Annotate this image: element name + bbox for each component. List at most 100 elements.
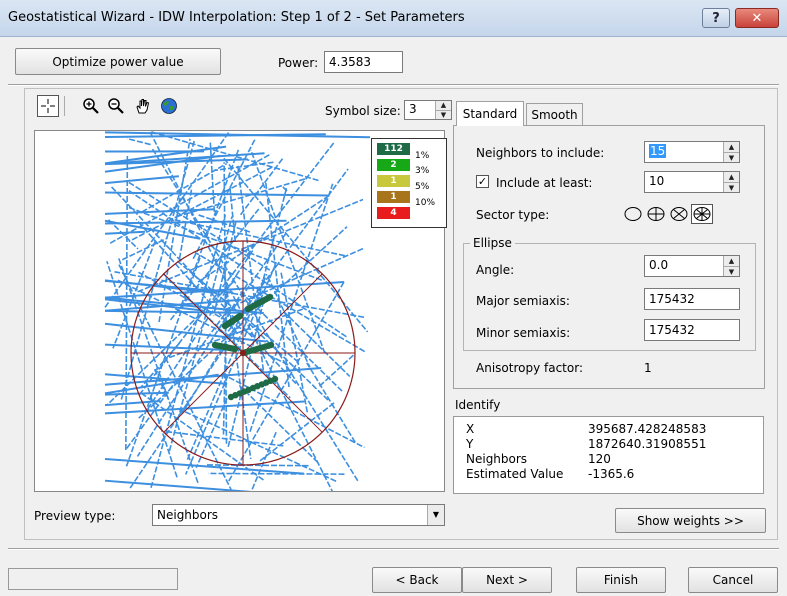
tab-standard[interactable]: Standard	[456, 101, 524, 126]
power-input[interactable]: 4.3583	[324, 51, 403, 73]
minor-semiaxis-label: Minor semiaxis:	[476, 326, 571, 340]
identify-row: Estimated Value -1365.6	[466, 467, 635, 481]
spin-up-icon[interactable]: ▲	[436, 101, 451, 110]
zoom-in-button[interactable]	[80, 95, 102, 117]
map-line	[126, 137, 151, 146]
map-line	[222, 267, 252, 460]
map-line	[104, 399, 161, 407]
include-at-least-stepper[interactable]: 10 ▲ ▼	[644, 171, 740, 193]
next-button[interactable]: Next >	[462, 567, 552, 593]
optimize-power-button[interactable]: Optimize power value	[15, 48, 221, 75]
neighbor-point	[266, 293, 274, 301]
map-line	[250, 149, 326, 354]
back-button[interactable]: < Back	[372, 567, 462, 593]
finish-button[interactable]: Finish	[576, 567, 666, 593]
pan-button[interactable]	[132, 95, 154, 117]
separator	[8, 84, 779, 86]
legend-percent: 10%	[415, 198, 436, 208]
include-at-least-checkbox[interactable]: ✓	[476, 175, 489, 188]
spin-up-icon[interactable]: ▲	[724, 142, 739, 152]
legend-row: 4	[377, 207, 410, 219]
close-button[interactable]: ✕	[735, 8, 779, 28]
map-line	[251, 430, 278, 490]
identify-row: Y 1872640.31908551	[466, 437, 707, 451]
neighbor-point	[271, 375, 279, 383]
preview-type-select[interactable]: Neighbors ▼	[152, 504, 445, 526]
include-at-least-label: Include at least:	[496, 176, 593, 190]
identify-panel: X 395687.428248583 Y 1872640.31908551 Neig…	[453, 416, 764, 494]
map-blank-left	[35, 131, 103, 491]
spin-down-icon[interactable]: ▼	[724, 152, 739, 162]
map-line	[317, 354, 355, 388]
legend: 112 2 1 1 4 1% 3% 5% 10%	[371, 138, 447, 228]
map-line	[104, 208, 215, 215]
spin-down-icon[interactable]: ▼	[436, 110, 451, 119]
zoom-out-button[interactable]	[105, 95, 127, 117]
neighbor-point	[231, 345, 239, 353]
circle-icon	[624, 207, 642, 221]
help-icon: ?	[712, 10, 720, 26]
neighbors-stepper[interactable]: 15 ▲ ▼	[644, 141, 740, 163]
zoom-in-icon	[83, 98, 99, 114]
sector-one-button[interactable]	[622, 204, 644, 224]
neighbor-point	[236, 312, 244, 320]
sector-four-button[interactable]	[645, 204, 667, 224]
symbol-size-value: 3	[409, 102, 417, 116]
anisotropy-label: Anisotropy factor:	[476, 361, 583, 375]
map-line	[104, 230, 146, 235]
major-semiaxis-label: Major semiaxis:	[476, 294, 570, 308]
help-button[interactable]: ?	[702, 8, 730, 28]
anisotropy-value: 1	[644, 361, 652, 375]
legend-percent: 1%	[415, 151, 430, 161]
globe-icon	[161, 98, 177, 114]
symbol-size-label: Symbol size:	[325, 104, 401, 118]
title-bar: Geostatistical Wizard - IDW Interpolatio…	[0, 0, 787, 37]
show-weights-button[interactable]: Show weights >>	[615, 508, 766, 533]
spin-down-icon[interactable]: ▼	[724, 182, 739, 192]
window-title: Geostatistical Wizard - IDW Interpolatio…	[8, 10, 465, 25]
status-field	[8, 568, 178, 590]
chevron-down-icon[interactable]: ▼	[427, 505, 444, 525]
preview-type-label: Preview type:	[34, 509, 116, 523]
legend-percent: 5%	[415, 182, 430, 192]
map-line	[104, 391, 169, 396]
circle-x-icon	[670, 207, 688, 221]
separator	[8, 548, 779, 550]
symbol-size-stepper[interactable]: 3 ▲ ▼	[404, 100, 452, 120]
cancel-button[interactable]: Cancel	[688, 567, 778, 593]
legend-percent: 3%	[415, 166, 430, 176]
neighbors-value: 15	[649, 144, 667, 158]
identify-row: X 395687.428248583	[466, 422, 707, 436]
hand-icon	[136, 99, 150, 114]
map-line	[104, 479, 253, 491]
sector-eight-button[interactable]	[691, 204, 713, 224]
prediction-location	[240, 350, 246, 356]
identify-title: Identify	[455, 398, 501, 412]
minor-semiaxis-input[interactable]: 175432	[644, 319, 740, 341]
neighbors-label: Neighbors to include:	[476, 146, 605, 160]
angle-stepper[interactable]: 0.0 ▲ ▼	[644, 255, 740, 277]
map-line	[104, 175, 179, 185]
toolbar-divider	[64, 96, 65, 116]
circle-cross-icon	[647, 207, 665, 221]
full-extent-button[interactable]	[158, 95, 180, 117]
map-line	[208, 472, 345, 475]
spin-down-icon[interactable]: ▼	[724, 266, 739, 276]
ellipse-title: Ellipse	[470, 236, 515, 250]
sector-type-label: Sector type:	[476, 208, 550, 222]
neighbor-point	[267, 341, 275, 349]
angle-label: Angle:	[476, 263, 515, 277]
select-tool-button[interactable]	[37, 95, 59, 117]
spin-up-icon[interactable]: ▲	[724, 256, 739, 266]
sector-four-rotated-button[interactable]	[668, 204, 690, 224]
crosshair-icon	[41, 99, 55, 113]
legend-row: 112	[377, 143, 410, 155]
tab-smooth[interactable]: Smooth	[526, 103, 583, 125]
circle-eight-sector-icon	[693, 207, 711, 221]
map-line	[206, 464, 309, 467]
spin-up-icon[interactable]: ▲	[724, 172, 739, 182]
legend-row: 1	[377, 175, 410, 187]
zoom-out-icon	[108, 98, 124, 114]
major-semiaxis-input[interactable]: 175432	[644, 288, 740, 310]
identify-row: Neighbors 120	[466, 452, 611, 466]
